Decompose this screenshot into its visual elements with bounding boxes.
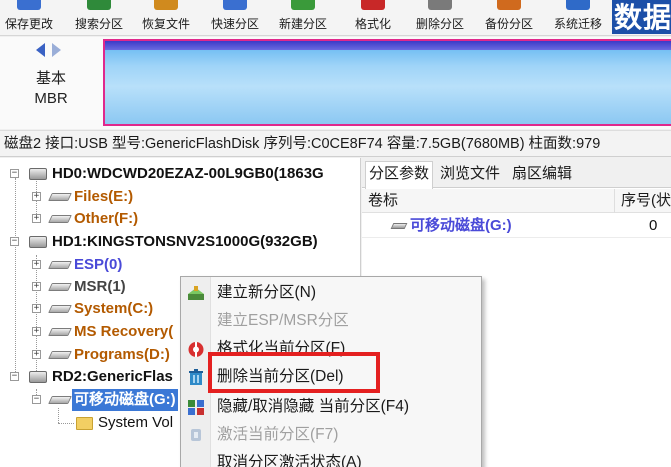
- system-migrate-icon: [566, 0, 590, 10]
- toolbar: 保存更改 搜索分区 恢复文件 快速分区 新建分区 格式化 删除分区 备份分区 系…: [0, 0, 671, 36]
- new-partition-icon: [291, 0, 315, 10]
- new-partition-icon: [188, 286, 204, 300]
- arrow-right-icon[interactable]: [52, 43, 61, 57]
- backup-partition-icon: [497, 0, 521, 10]
- search-partition-button[interactable]: 搜索分区: [70, 0, 128, 34]
- save-changes-button[interactable]: 保存更改: [0, 0, 58, 34]
- row-index-value: 0: [649, 217, 658, 234]
- partition-icon: [48, 215, 72, 223]
- disk-type-label: 基本 MBR: [34, 70, 68, 107]
- menu-item-hide-partition[interactable]: 隐藏/取消隐藏 当前分区(F4): [181, 393, 481, 421]
- collapse-icon[interactable]: −: [10, 169, 19, 178]
- format-icon: [361, 0, 385, 10]
- partition-graph-block[interactable]: [103, 39, 671, 126]
- delete-partition-button[interactable]: 删除分区: [411, 0, 469, 34]
- collapse-icon[interactable]: −: [10, 237, 19, 246]
- system-migrate-button[interactable]: 系统迁移: [549, 0, 607, 34]
- arrow-left-icon[interactable]: [36, 43, 45, 57]
- partition-graph-usage-strip: [105, 41, 671, 50]
- expand-icon[interactable]: +: [32, 192, 41, 201]
- activate-partition-icon: [191, 429, 201, 441]
- trash-icon: [189, 369, 203, 385]
- menu-item-new-partition[interactable]: 建立新分区(N): [181, 279, 481, 307]
- tab-sector-edit[interactable]: 扇区编辑: [509, 162, 575, 188]
- partition-grid-header: 卷标 序号(状: [362, 189, 671, 213]
- app-window: 保存更改 搜索分区 恢复文件 快速分区 新建分区 格式化 删除分区 备份分区 系…: [0, 0, 671, 467]
- tree-partition-esp[interactable]: + ESP(0): [0, 254, 360, 276]
- tree-disk-hd0[interactable]: − HD0:WDCWD20EZAZ-00L9GB0(1863G: [0, 163, 360, 185]
- disk-nav-arrows: [34, 43, 66, 59]
- recover-file-icon: [154, 0, 178, 10]
- annotation-highlight-box: [208, 352, 380, 393]
- menu-item-create-esp-msr: 建立ESP/MSR分区: [217, 312, 349, 329]
- expand-icon[interactable]: +: [32, 260, 41, 269]
- hide-partition-icon: [188, 400, 204, 415]
- disk-map-bar: 基本 MBR: [0, 37, 671, 129]
- tree-disk-hd1[interactable]: − HD1:KINGSTONSNV2S1000G(932GB): [0, 231, 360, 253]
- delete-partition-icon: [428, 0, 452, 10]
- tree-partition-files[interactable]: + Files(E:): [0, 186, 360, 208]
- partition-icon: [48, 328, 72, 336]
- search-partition-icon: [87, 0, 111, 10]
- row-volume-name: 可移动磁盘(G:): [410, 217, 512, 234]
- backup-partition-button[interactable]: 备份分区: [480, 0, 538, 34]
- column-header-volume[interactable]: 卷标: [368, 189, 398, 213]
- expand-icon[interactable]: +: [32, 214, 41, 223]
- quick-partition-icon: [223, 0, 247, 10]
- expand-icon[interactable]: +: [32, 304, 41, 313]
- disk-info-line: 磁盘2 接口:USB 型号:GenericFlashDisk 序列号:C0CE8…: [0, 130, 671, 157]
- table-row[interactable]: 可移动磁盘(G:) 0: [362, 214, 671, 238]
- collapse-icon[interactable]: −: [10, 372, 19, 381]
- format-button[interactable]: 格式化: [344, 0, 402, 34]
- hard-disk-icon: [29, 236, 47, 248]
- hard-disk-icon: [29, 168, 47, 180]
- new-partition-button[interactable]: 新建分区: [274, 0, 332, 34]
- format-icon: [188, 342, 204, 357]
- brand-logo: 数据: [612, 0, 671, 34]
- quick-partition-button[interactable]: 快速分区: [206, 0, 264, 34]
- partition-icon: [48, 305, 72, 313]
- menu-item-activate-partition: 激活当前分区(F7): [181, 421, 481, 449]
- tab-browse-files[interactable]: 浏览文件: [437, 162, 503, 188]
- partition-icon: [48, 283, 72, 291]
- hard-disk-icon: [29, 371, 47, 383]
- partition-icon: [48, 396, 72, 404]
- expand-icon[interactable]: +: [32, 282, 41, 291]
- tree-partition-other[interactable]: + Other(F:): [0, 208, 360, 230]
- menu-item-deactivate-partition[interactable]: 取消分区激活状态(A): [181, 449, 481, 467]
- save-icon: [17, 0, 41, 10]
- column-header-index[interactable]: 序号(状: [614, 189, 671, 213]
- tab-partition-params[interactable]: 分区参数: [365, 161, 434, 189]
- folder-icon: [76, 417, 93, 430]
- partition-icon: [48, 261, 72, 269]
- collapse-icon[interactable]: −: [32, 395, 41, 404]
- partition-icon: [48, 351, 72, 359]
- detail-tabs: 分区参数 浏览文件 扇区编辑: [362, 158, 671, 189]
- partition-icon: [48, 193, 72, 201]
- recover-file-button[interactable]: 恢复文件: [137, 0, 195, 34]
- partition-icon: [390, 223, 408, 229]
- expand-icon[interactable]: +: [32, 327, 41, 336]
- expand-icon[interactable]: +: [32, 350, 41, 359]
